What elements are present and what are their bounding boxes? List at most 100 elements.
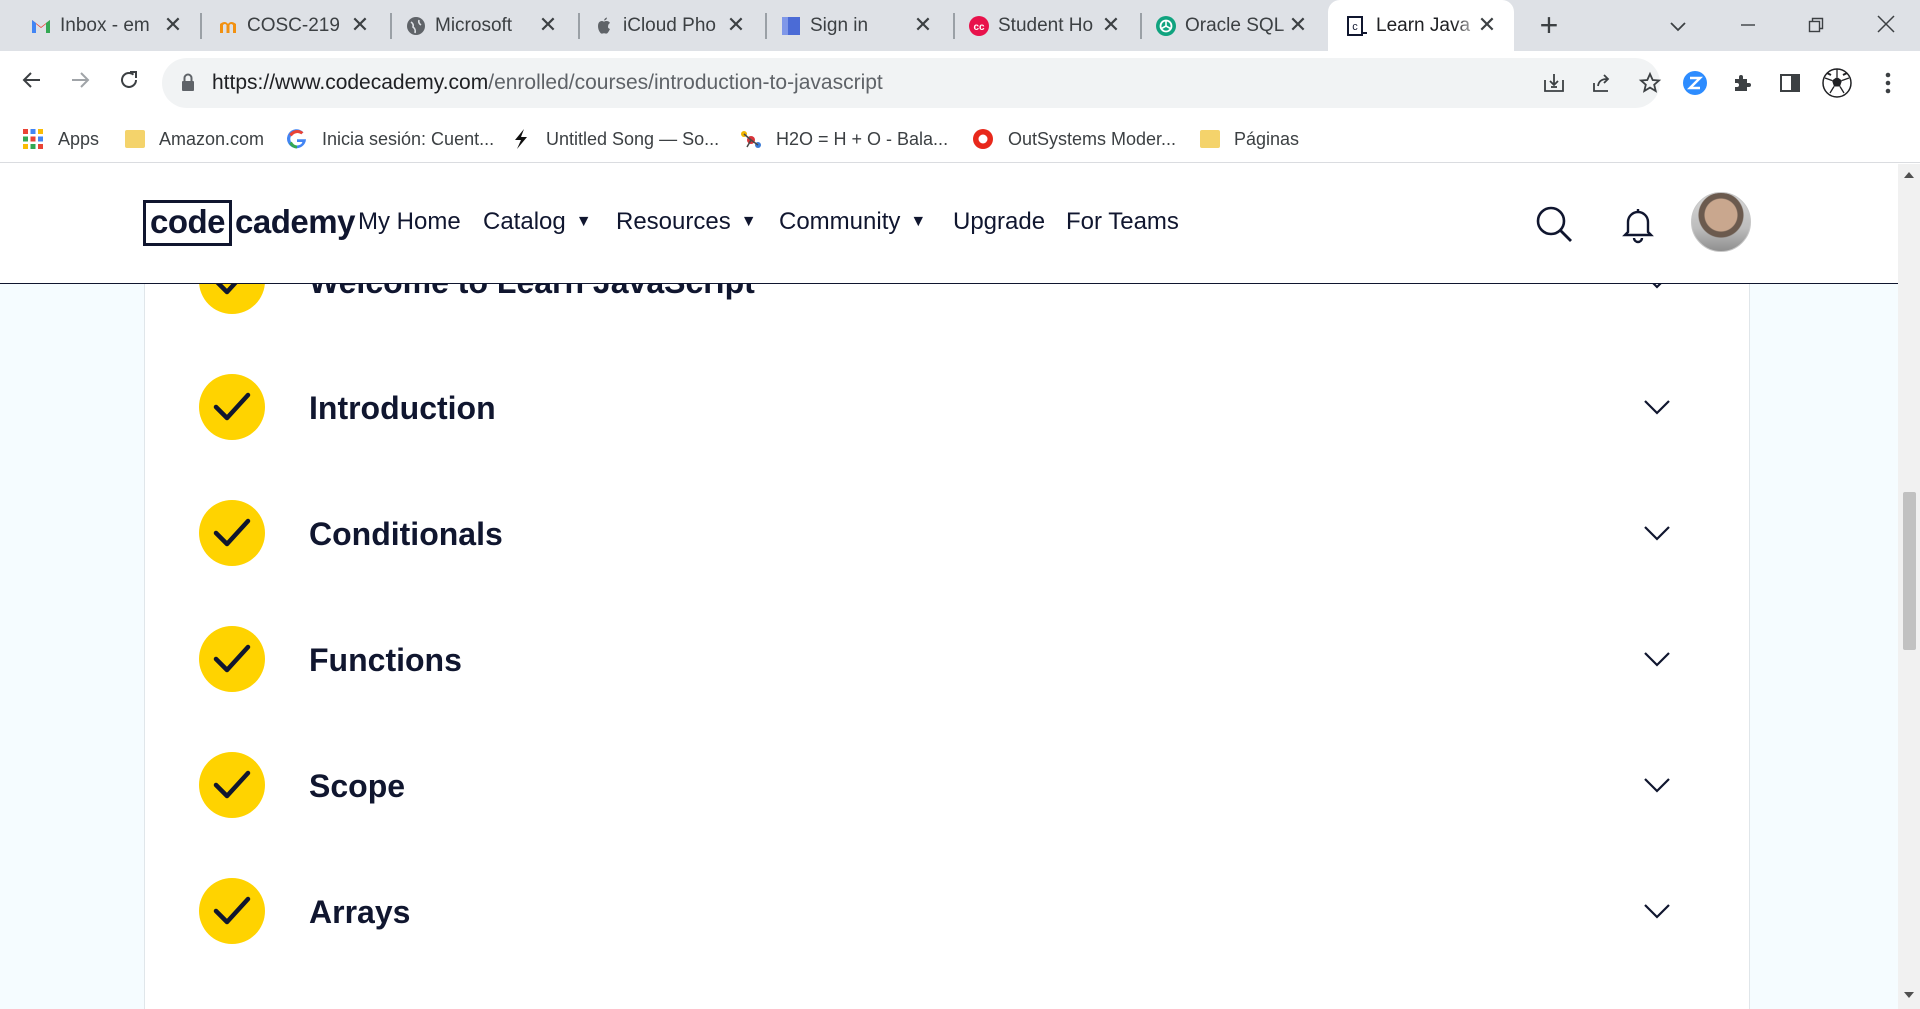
bookmark-apps[interactable]: Apps [22,115,99,163]
module-title: Scope [309,768,406,804]
tab-close-icon[interactable]: ✕ [1098,12,1124,38]
close-window-button[interactable] [1866,8,1906,44]
tab-learn-javascript[interactable]: c Learn Java ✕ [1328,0,1514,51]
bookmark-outsystems[interactable]: OutSystems Moder... [972,115,1176,163]
gmail-icon [32,20,50,33]
nav-for-teams[interactable]: For Teams [1066,208,1179,236]
tab-cosc[interactable]: COSC-219 ✕ [187,0,387,51]
tab-close-icon[interactable]: ✕ [535,12,561,38]
completed-check-icon [199,374,265,440]
tab-close-icon[interactable]: ✕ [723,12,749,38]
address-bar[interactable]: https://www.codecademy.com/enrolled/cour… [162,58,1663,108]
document-icon [782,17,800,35]
logo-rest-text: cademy [235,203,355,240]
module-row[interactable]: Functions [145,626,1751,752]
nav-my-home[interactable]: My Home [358,208,461,236]
module-title: Introduction [309,390,496,426]
openai-icon [1156,16,1176,36]
nav-community[interactable]: Community ▼ [779,208,926,236]
bookmark-label: Amazon.com [159,128,265,149]
nav-label: Community [779,208,901,235]
back-button[interactable] [13,64,51,102]
codecademy-logo[interactable]: code cademy [143,200,355,246]
install-app-icon[interactable] [1541,71,1567,97]
new-tab-button[interactable]: + [1533,9,1565,42]
bookmark-label: H2O = H + O - Bala... [776,128,949,149]
nav-label: Resources [616,208,731,235]
tab-sign-in[interactable]: Sign in ✕ [750,0,950,51]
tab-title: Learn Java [1376,14,1471,36]
course-syllabus-card: Welcome to Learn JavaScriptIntroductionC… [144,164,1750,1009]
zoom-extension-icon[interactable] [1678,64,1712,102]
bookmark-h2o[interactable]: H2O = H + O - Bala... [740,115,948,163]
module-title: Conditionals [309,516,503,552]
logo-code-box: code [143,200,233,246]
scrollbar-thumb[interactable] [1903,492,1916,650]
minimize-icon [1741,24,1755,26]
chevron-down-icon[interactable] [1642,397,1672,417]
chevron-down-icon[interactable] [1642,901,1672,921]
nav-resources[interactable]: Resources ▼ [616,208,757,236]
tab-close-icon[interactable]: ✕ [1285,12,1311,38]
folder-icon [1200,130,1220,148]
page-scrollbar[interactable] [1898,164,1920,1009]
bookmark-paginas[interactable]: Páginas [1200,115,1299,163]
bookmark-amazon[interactable]: Amazon.com [125,115,264,163]
reload-button[interactable] [110,64,148,102]
tab-microsoft[interactable]: Microsoft ✕ [375,0,575,51]
molecule-icon [741,131,761,148]
nav-upgrade[interactable]: Upgrade [953,208,1045,236]
caret-down-icon: ▼ [575,213,592,230]
lock-icon [182,73,194,91]
browser-toolbar: https://www.codecademy.com/enrolled/cour… [0,51,1920,115]
chevron-down-icon[interactable] [1642,775,1672,795]
apps-grid-icon [23,129,43,149]
close-icon [1877,15,1895,33]
profile-avatar-icon[interactable] [1820,64,1854,102]
module-row[interactable]: Conditionals [145,500,1751,626]
module-row[interactable]: Introduction [145,374,1751,500]
tab-close-icon[interactable]: ✕ [347,12,373,38]
url-text[interactable]: https://www.codecademy.com/enrolled/cour… [212,71,883,95]
arrow-right-icon [72,72,90,88]
side-panel-icon[interactable] [1773,64,1807,102]
nav-catalog[interactable]: Catalog ▼ [483,208,592,236]
bookmark-google-signin[interactable]: Inicia sesión: Cuent... [286,115,494,163]
soundtrap-icon [515,129,527,149]
extensions-puzzle-icon[interactable] [1726,64,1760,102]
chevron-down-icon[interactable] [1642,649,1672,669]
scroll-up-arrow-icon[interactable] [1903,170,1915,180]
tab-close-icon[interactable]: ✕ [910,12,936,38]
browser-menu-icon[interactable] [1871,64,1905,102]
restore-button[interactable] [1796,8,1836,44]
nav-label: For Teams [1066,208,1179,235]
nav-label: Upgrade [953,208,1046,235]
module-row[interactable]: Arrays [145,878,1751,1004]
tab-gmail[interactable]: Inbox - em ✕ [0,0,200,51]
share-icon[interactable] [1589,71,1615,97]
bell-icon[interactable] [1618,204,1658,244]
tab-close-icon[interactable]: ✕ [1474,12,1500,38]
bookmark-soundtrap[interactable]: Untitled Song — So... [510,115,719,163]
tab-oracle-sql[interactable]: Oracle SQL ✕ [1125,0,1325,51]
svg-text:cc: cc [973,22,985,33]
moodle-icon [220,22,236,33]
search-icon[interactable] [1534,204,1574,244]
chevron-down-icon[interactable] [1642,523,1672,543]
site-header: code cademy My Home Catalog ▼ Resources ▼ C… [0,164,1898,284]
minimize-button[interactable] [1728,8,1768,44]
scroll-down-arrow-icon[interactable] [1903,992,1915,1002]
tab-student-hub[interactable]: cc Student Ho ✕ [938,0,1138,51]
tab-icloud[interactable]: iCloud Pho ✕ [563,0,763,51]
url-host: https://www.codecademy.com [212,71,489,94]
module-row[interactable]: Scope [145,752,1751,878]
bookmark-star-icon[interactable] [1637,71,1663,97]
bookmarks-bar: Apps Amazon.com Inicia sesión: Cuent... … [0,115,1920,163]
forward-button[interactable] [61,64,99,102]
user-avatar[interactable] [1691,192,1751,252]
tab-close-icon[interactable]: ✕ [160,12,186,38]
google-icon [287,129,306,149]
apple-icon [598,17,610,34]
tab-search-button[interactable] [1658,8,1698,44]
completed-check-icon [199,626,265,692]
